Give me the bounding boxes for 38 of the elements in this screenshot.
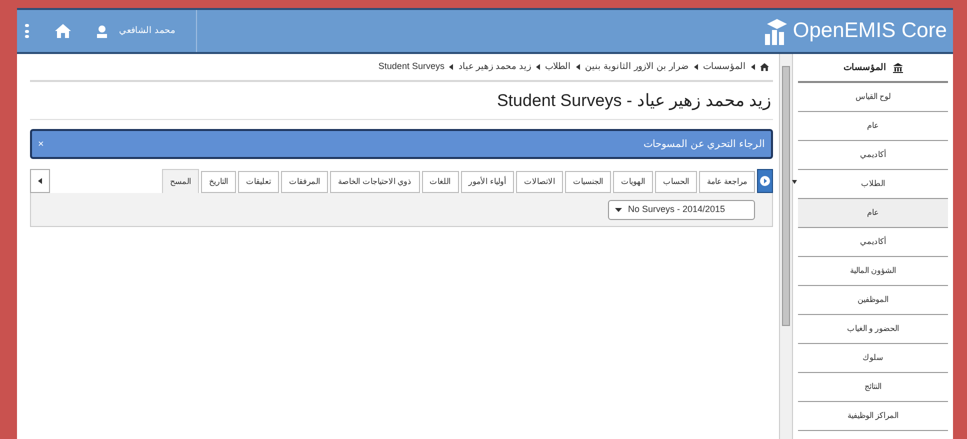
breadcrumb-link[interactable]: الطلاب xyxy=(544,60,571,74)
tab[interactable]: مراجعة عامة xyxy=(698,171,755,193)
scroll-right-button[interactable] xyxy=(757,169,773,193)
app-logo-text: OpenEMIS Core xyxy=(792,18,947,44)
tab[interactable]: الهويات xyxy=(612,171,653,193)
page-title: زيد محمد زهير عياد - Student Surveys xyxy=(496,90,771,112)
breadcrumb-current: Student Surveys xyxy=(378,60,444,74)
chevron-icon xyxy=(536,64,540,70)
breadcrumb-link[interactable]: ضرار بن الازور الثانوية بنين xyxy=(584,60,689,74)
breadcrumb-link[interactable]: زيد محمد زهير عياد xyxy=(458,60,531,74)
logo-icon xyxy=(762,16,789,46)
breadcrumb-link[interactable]: المؤسسات xyxy=(703,60,746,74)
tab[interactable]: الحساب xyxy=(654,171,697,193)
chevron-icon xyxy=(576,64,580,70)
chevron-icon xyxy=(751,64,755,70)
caret-down-icon xyxy=(615,208,622,212)
user-icon[interactable] xyxy=(97,24,107,38)
menu-icon[interactable] xyxy=(25,24,31,38)
play-icon xyxy=(760,176,770,186)
tab[interactable]: ذوي الاحتياجات الخاصة xyxy=(330,171,420,193)
chevron-icon xyxy=(694,64,698,70)
tab[interactable]: الاتصالات xyxy=(516,171,563,193)
tab[interactable]: التاريخ xyxy=(201,171,236,193)
home-icon[interactable] xyxy=(760,63,769,71)
tab[interactable]: الجنسيات xyxy=(564,171,611,193)
tab[interactable]: المسح xyxy=(162,169,200,193)
caret-left-icon xyxy=(38,178,42,184)
tab[interactable]: المرفقات xyxy=(281,171,328,193)
tab[interactable]: اللغات xyxy=(422,171,459,193)
bank-icon xyxy=(892,62,902,72)
scroll-left-button[interactable] xyxy=(30,169,50,193)
sidebar-item[interactable]: عام xyxy=(798,199,948,228)
tab[interactable]: تعليقات xyxy=(238,171,280,193)
chevron-icon xyxy=(449,64,454,70)
alert-message: الرجاء التحري عن المسوحات xyxy=(644,138,765,152)
scrollbar[interactable] xyxy=(779,54,793,439)
survey-dropdown[interactable]: No Surveys - 2014/2015 xyxy=(608,200,755,220)
tab[interactable]: أولياء الأمور xyxy=(460,171,514,193)
